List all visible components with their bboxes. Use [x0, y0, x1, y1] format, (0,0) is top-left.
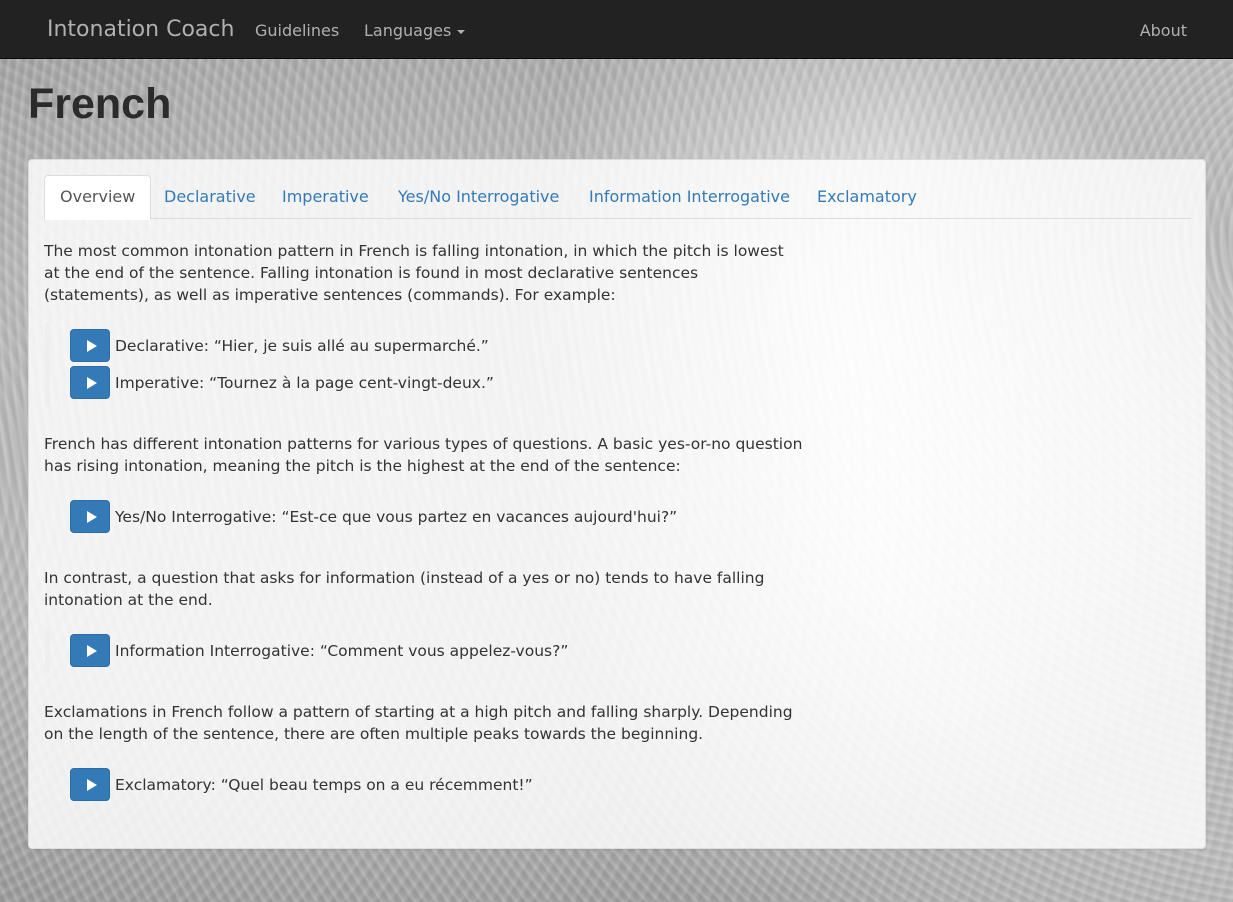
example-text: Imperative: “Tournez à la page cent-ving… [115, 373, 494, 392]
example-information: Information Interrogative: “Comment vous… [70, 632, 804, 669]
tab-yes-no-interrogative[interactable]: Yes/No Interrogative [383, 175, 574, 219]
play-icon [86, 778, 97, 791]
example-imperative: Imperative: “Tournez à la page cent-ving… [70, 364, 804, 401]
play-icon [86, 644, 97, 657]
example-yes-no: Yes/No Interrogative: “Est-ce que vous p… [70, 498, 804, 535]
tab-imperative[interactable]: Imperative [267, 175, 384, 219]
exclamatory-example-block: Exclamatory: “Quel beau temps on a eu ré… [45, 762, 804, 807]
falling-examples-block: Declarative: “Hier, je suis allé au supe… [45, 323, 804, 405]
example-exclamatory: Exclamatory: “Quel beau temps on a eu ré… [70, 766, 804, 803]
example-text: Declarative: “Hier, je suis allé au supe… [115, 336, 489, 355]
play-button-yes-no[interactable] [70, 500, 110, 533]
nav-guidelines-link[interactable]: Guidelines [255, 21, 339, 41]
content-panel: Overview Declarative Imperative Yes/No I… [28, 159, 1206, 849]
questions-paragraph: French has different intonation patterns… [44, 435, 803, 475]
example-text: Exclamatory: “Quel beau temps on a eu ré… [115, 775, 533, 794]
caret-down-icon [457, 29, 466, 34]
overview-content: The most common intonation pattern in Fr… [44, 240, 804, 807]
play-icon [86, 510, 97, 523]
information-example-block: Information Interrogative: “Comment vous… [45, 628, 804, 673]
brand-link[interactable]: Intonation Coach [47, 17, 234, 43]
play-button-exclamatory[interactable] [70, 768, 110, 801]
example-text: Information Interrogative: “Comment vous… [115, 641, 569, 660]
information-paragraph: In contrast, a question that asks for in… [44, 569, 765, 609]
nav-languages-label: Languages [364, 21, 452, 40]
intro-paragraph: The most common intonation pattern in Fr… [44, 242, 784, 304]
nav-about-link[interactable]: About [1140, 21, 1187, 41]
exclamation-paragraph: Exclamations in French follow a pattern … [44, 703, 793, 743]
play-icon [86, 376, 97, 389]
yesno-example-block: Yes/No Interrogative: “Est-ce que vous p… [45, 494, 804, 539]
tab-information-interrogative[interactable]: Information Interrogative [574, 175, 805, 219]
example-declarative: Declarative: “Hier, je suis allé au supe… [70, 327, 804, 364]
play-button-declarative[interactable] [70, 329, 110, 362]
tab-bar: Overview Declarative Imperative Yes/No I… [44, 175, 1191, 220]
navbar: Intonation Coach Guidelines Languages Ab… [0, 0, 1233, 59]
example-text: Yes/No Interrogative: “Est-ce que vous p… [115, 507, 678, 526]
tab-declarative[interactable]: Declarative [149, 175, 271, 219]
play-button-imperative[interactable] [70, 366, 110, 399]
tab-exclamatory[interactable]: Exclamatory [802, 175, 932, 219]
tab-overview[interactable]: Overview [44, 175, 152, 220]
page-title: French [28, 80, 172, 128]
nav-languages-dropdown[interactable]: Languages [364, 21, 466, 41]
play-button-information[interactable] [70, 634, 110, 667]
play-icon [86, 339, 97, 352]
